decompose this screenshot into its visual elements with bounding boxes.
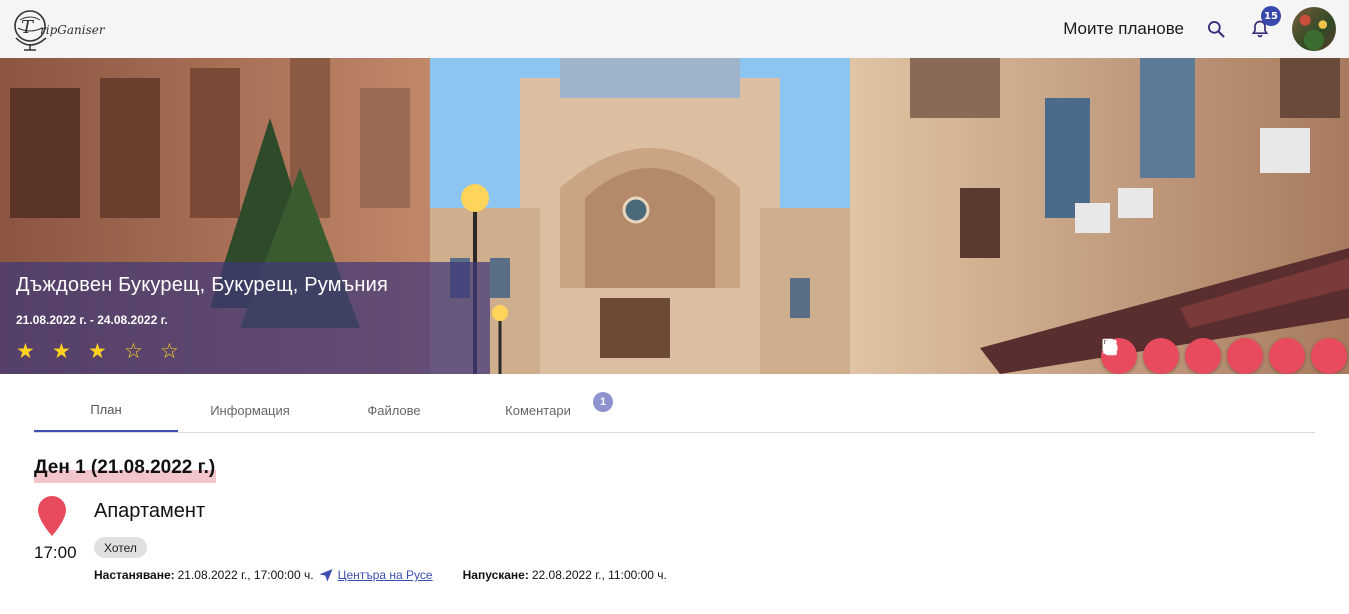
notifications-badge: 15 — [1261, 6, 1281, 26]
location-pin-icon — [38, 496, 66, 536]
checkout-value: 22.08.2022 г., 11:00:00 ч. — [531, 568, 667, 582]
event-time: 17:00 — [34, 543, 77, 562]
tab-label: Файлове — [367, 402, 421, 418]
flag-button[interactable] — [1104, 338, 1179, 374]
tab-information[interactable]: Информация — [178, 388, 322, 432]
notifications-button[interactable]: 15 — [1248, 6, 1281, 41]
star-icon[interactable]: ★ — [88, 339, 124, 363]
trip-cover-image: Дъждовен Букурещ, Букурещ, Румъния 21.08… — [0, 58, 1349, 374]
trip-tabs: План Информация Файлове Коментари 1 — [34, 388, 1315, 433]
event-details: Настаняване: 21.08.2022 г., 17:00:00 ч. … — [94, 567, 667, 583]
checkin-label: Настаняване: — [94, 568, 175, 582]
star-outline-icon[interactable]: ☆ — [124, 339, 160, 363]
trip-title: Дъждовен Букурещ, Букурещ, Румъния — [16, 274, 389, 296]
event-title[interactable]: Апартамент — [94, 500, 205, 523]
star-outline-icon[interactable]: ☆ — [160, 339, 196, 363]
location-link[interactable]: Центъра на Русе — [338, 568, 433, 582]
logo[interactable]: T ripGaniser — [12, 4, 105, 54]
globe-logo-icon: T — [12, 6, 50, 52]
nav-right: Моите планове 15 — [1063, 0, 1349, 58]
day-title: Ден 1 (21.08.2022 г.) — [34, 457, 216, 478]
trip-dates: 21.08.2022 г. - 24.08.2022 г. — [16, 313, 168, 327]
tab-comments[interactable]: Коментари 1 — [466, 388, 613, 432]
tab-label: Коментари — [505, 402, 571, 418]
star-icon[interactable]: ★ — [16, 339, 52, 363]
avatar[interactable] — [1292, 7, 1336, 51]
share-button[interactable] — [1103, 338, 1263, 374]
tab-files[interactable]: Файлове — [322, 388, 466, 432]
comments-badge: 1 — [593, 392, 613, 412]
my-plans-link[interactable]: Моите планове — [1063, 19, 1184, 39]
top-bar: T ripGaniser Моите планове 15 — [0, 0, 1349, 58]
svg-text:T: T — [21, 17, 35, 38]
trip-info-overlay: Дъждовен Букурещ, Букурещ, Румъния 21.08… — [0, 262, 490, 374]
delete-button[interactable] — [1104, 338, 1347, 374]
tab-label: Информация — [210, 402, 290, 418]
navigation-arrow-icon — [318, 567, 334, 583]
category-chip: Хотел — [94, 537, 147, 558]
copy-button[interactable] — [1102, 338, 1305, 374]
tab-label: План — [90, 401, 122, 417]
checkin-value: 21.08.2022 г., 17:00:00 ч. — [177, 568, 314, 582]
trip-rating[interactable]: ★ ★ ★ ☆ ☆ — [16, 339, 474, 363]
tab-plan[interactable]: План — [34, 388, 178, 432]
star-icon[interactable]: ★ — [52, 339, 88, 363]
search-icon[interactable] — [1204, 17, 1228, 41]
checkout-label: Напускане: — [462, 568, 529, 582]
print-button[interactable] — [1102, 338, 1221, 374]
trip-actions — [1101, 338, 1347, 374]
